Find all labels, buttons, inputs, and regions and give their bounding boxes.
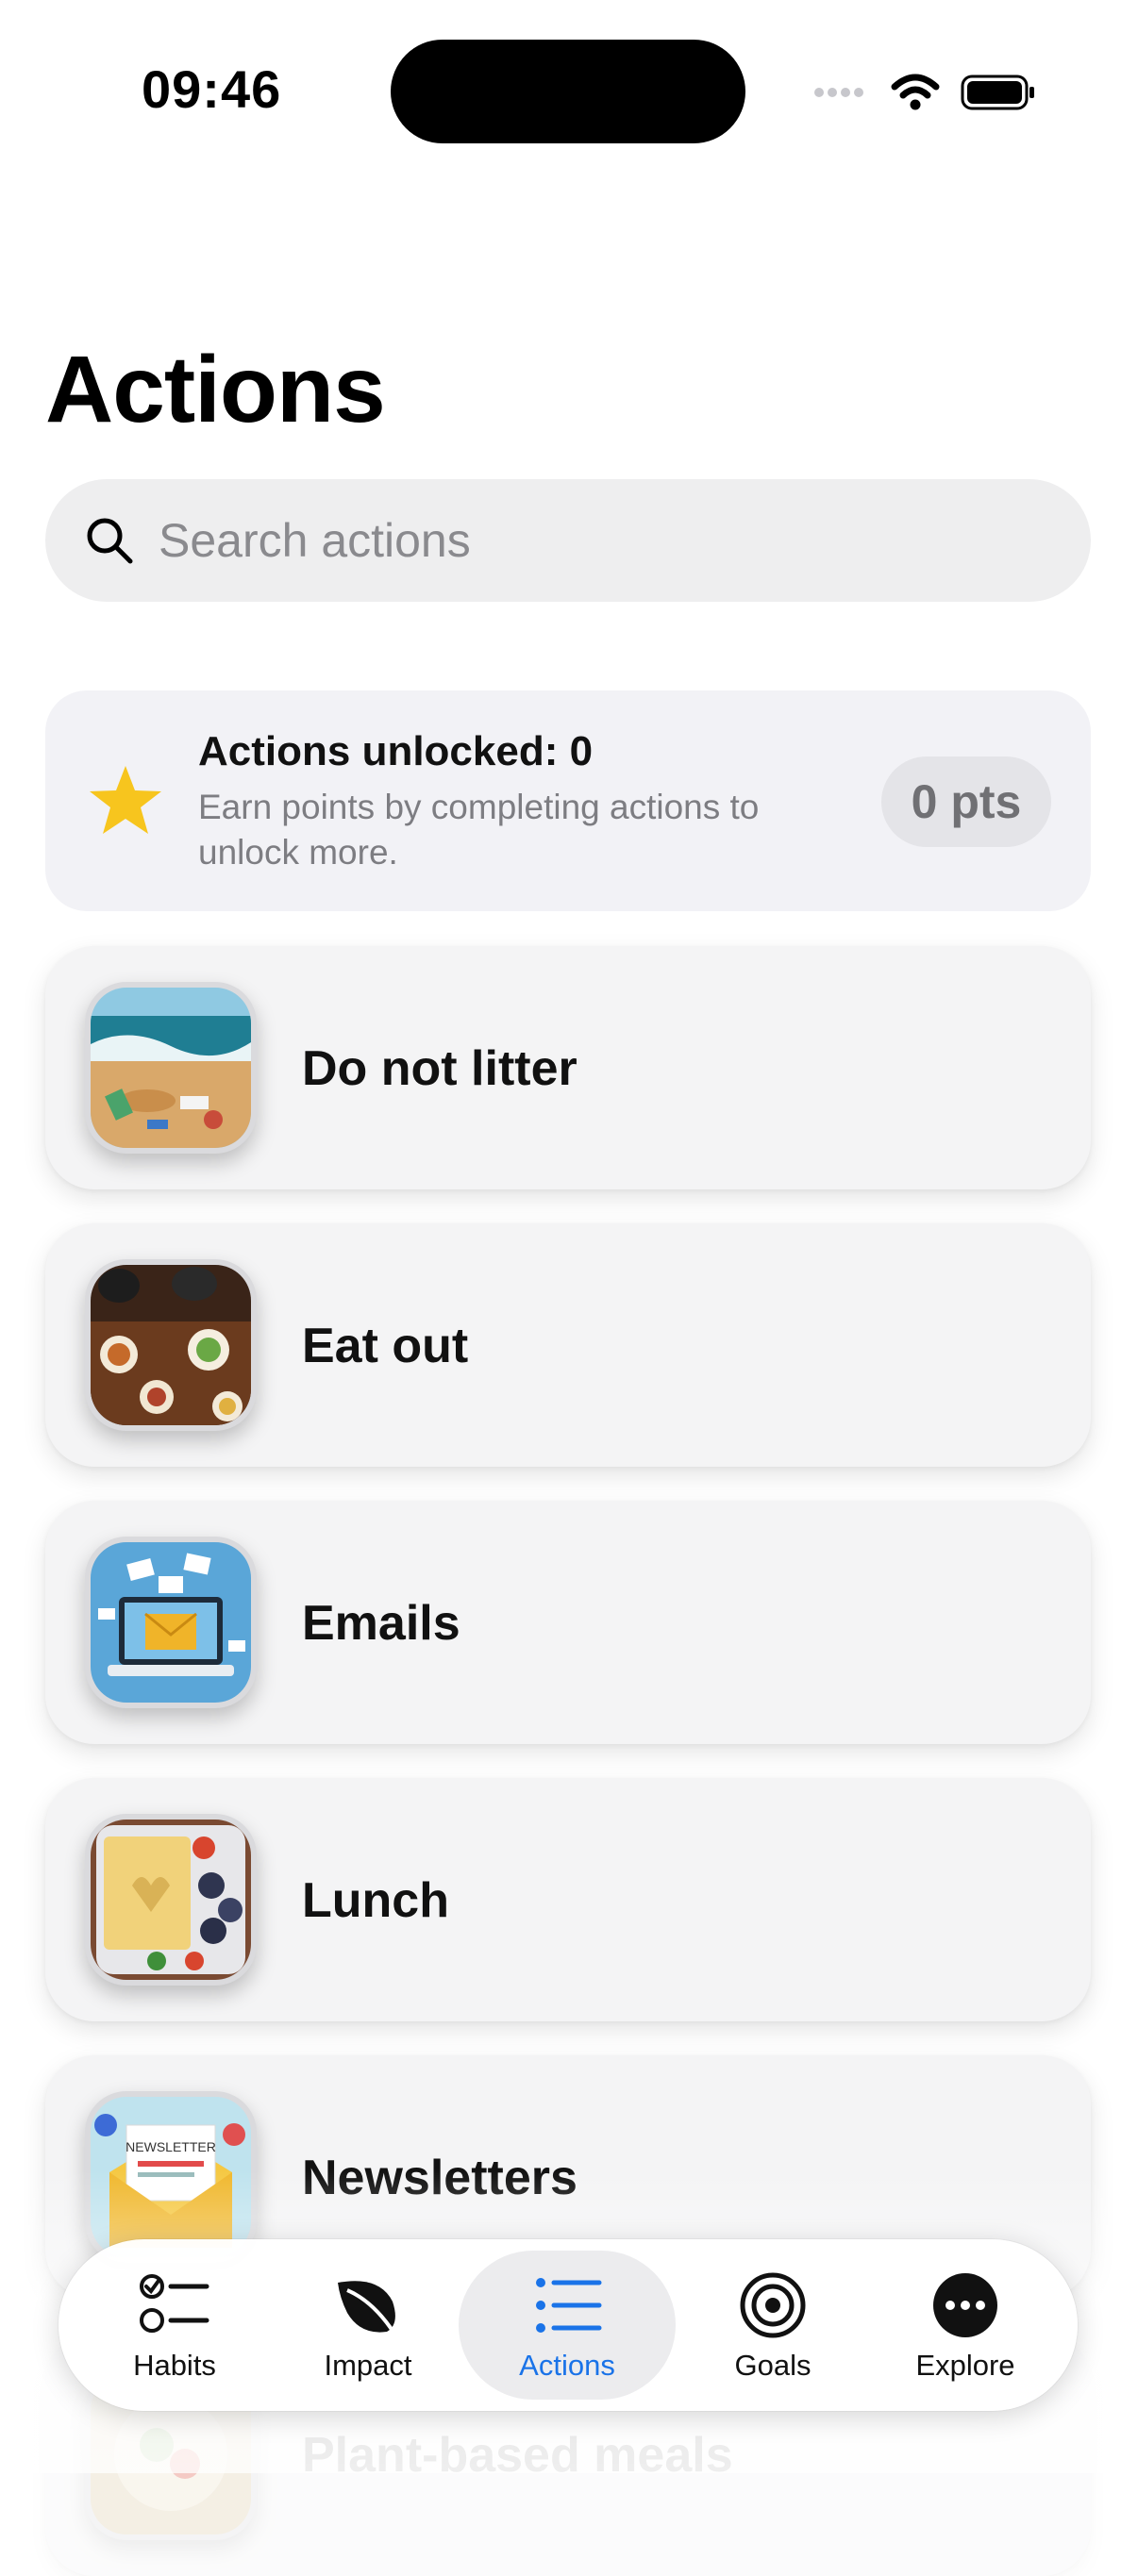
beach-litter-photo-icon (91, 988, 251, 1148)
tab-actions[interactable]: Actions (459, 2251, 676, 2400)
star-icon (90, 766, 161, 834)
tab-goals[interactable]: Goals (676, 2251, 870, 2400)
actions-unlocked-card: Actions unlocked: 0 Earn points by compl… (45, 690, 1091, 911)
wifi-icon (891, 74, 940, 110)
checklist-icon (140, 2274, 209, 2333)
tab-explore[interactable]: Explore (868, 2251, 1063, 2400)
action-thumbnail (85, 1259, 257, 1431)
tab-habits[interactable]: Habits (77, 2251, 272, 2400)
lunchbox-photo-icon (91, 1820, 251, 1980)
status-bar: 09:46 (0, 0, 1138, 179)
newsletter-art-text: NEWSLETTER (126, 2139, 216, 2154)
laptop-email-illustration-icon (91, 1542, 251, 1703)
action-thumbnail (85, 1814, 257, 1986)
tab-label: Impact (324, 2349, 412, 2382)
target-icon (740, 2272, 806, 2338)
action-label: Emails (302, 1596, 460, 1651)
page-title: Actions (45, 337, 386, 442)
unlock-title: Actions unlocked: 0 (198, 728, 594, 774)
unlock-subtitle: Earn points by completing actions to unl… (198, 788, 760, 872)
dynamic-island (391, 40, 745, 143)
action-item-eat-out[interactable]: Eat out (45, 1223, 1091, 1467)
ellipsis-circle-icon (933, 2273, 997, 2337)
leaf-icon (338, 2281, 396, 2335)
tab-impact[interactable]: Impact (271, 2251, 465, 2400)
action-label: Lunch (302, 1873, 449, 1928)
status-time: 09:46 (142, 59, 282, 119)
list-icon (536, 2278, 602, 2333)
tab-label: Actions (519, 2349, 615, 2382)
status-icons (813, 70, 1036, 115)
action-item-emails[interactable]: Emails (45, 1501, 1091, 1744)
search-icon (87, 518, 133, 564)
action-item-do-not-litter[interactable]: Do not litter (45, 946, 1091, 1189)
cellular-signal-icon (814, 88, 863, 97)
tab-label: Explore (915, 2349, 1015, 2382)
tab-bar: Habits Impact Actions Goals Explore (59, 2239, 1078, 2411)
action-thumbnail (85, 982, 257, 1154)
battery-icon (961, 75, 1034, 110)
action-label: Do not litter (302, 1041, 577, 1096)
action-label: Eat out (302, 1319, 469, 1373)
action-thumbnail (85, 1537, 257, 1708)
action-item-lunch[interactable]: Lunch (45, 1778, 1091, 2021)
search-bar[interactable] (45, 479, 1091, 602)
search-input[interactable] (157, 512, 1010, 569)
tab-label: Goals (734, 2349, 812, 2382)
restaurant-table-photo-icon (91, 1265, 251, 1425)
tab-label: Habits (133, 2349, 216, 2382)
points-badge: 0 pts (881, 756, 1051, 847)
